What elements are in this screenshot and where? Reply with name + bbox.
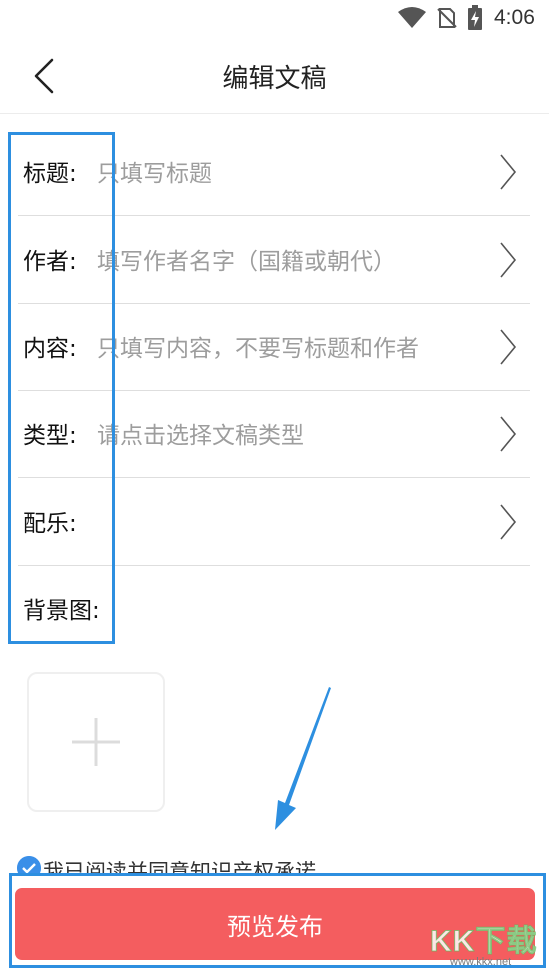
chevron-right-icon — [500, 504, 517, 540]
form-row-music[interactable]: 配乐: — [18, 478, 530, 566]
app-header: 编辑文稿 — [0, 36, 549, 114]
chevron-right-icon — [500, 242, 517, 278]
preview-publish-button[interactable]: 预览发布 — [15, 888, 535, 960]
annotation-arrow-icon — [275, 687, 331, 830]
type-placeholder: 请点击选择文稿类型 — [97, 423, 304, 449]
title-placeholder: 只填写标题 — [97, 161, 212, 187]
status-time: 4:06 — [494, 6, 535, 29]
music-label: 配乐: — [23, 511, 77, 537]
plus-icon — [72, 718, 120, 766]
chevron-right-icon — [500, 154, 517, 190]
battery-charging-icon — [468, 5, 482, 30]
status-bar: 4:06 — [0, 0, 549, 36]
author-label: 作者: — [23, 249, 77, 275]
content-placeholder: 只填写内容，不要写标题和作者 — [97, 336, 419, 362]
upload-background-button[interactable] — [27, 672, 165, 812]
form-row-author[interactable]: 作者: 填写作者名字（国籍或朝代） — [18, 216, 530, 304]
form-row-type[interactable]: 类型: 请点击选择文稿类型 — [18, 390, 530, 478]
page-title: 编辑文稿 — [222, 64, 327, 94]
type-label: 类型: — [23, 423, 77, 449]
wifi-icon — [398, 7, 426, 28]
form-row-title[interactable]: 标题: 只填写标题 — [18, 128, 530, 216]
title-label: 标题: — [23, 161, 77, 187]
background-label: 背景图: — [23, 598, 100, 624]
form-row-background: 背景图: — [18, 565, 530, 653]
author-placeholder: 填写作者名字（国籍或朝代） — [97, 249, 396, 275]
chevron-right-icon — [500, 416, 517, 452]
content-label: 内容: — [23, 336, 77, 362]
form-row-content[interactable]: 内容: 只填写内容，不要写标题和作者 — [18, 303, 530, 391]
chevron-right-icon — [500, 329, 517, 365]
no-sim-icon — [437, 8, 457, 28]
